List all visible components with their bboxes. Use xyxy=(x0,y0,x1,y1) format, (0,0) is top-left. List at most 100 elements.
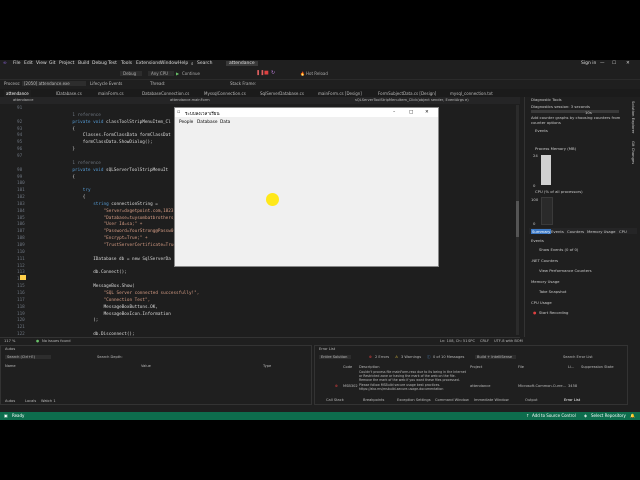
tab-counters[interactable]: Counters xyxy=(567,229,584,234)
tab-sqlserverdatabase[interactable]: SqlServerDatabase.cs xyxy=(258,90,306,97)
tab-mainform[interactable]: mainForm.cs xyxy=(96,90,126,97)
tab-mysql-connection[interactable]: mysql_connection.txt xyxy=(448,90,495,97)
minimize-icon[interactable]: — xyxy=(600,61,605,66)
autos-search-input[interactable]: Search (Ctrl+E) xyxy=(5,355,51,359)
tab-attendance[interactable]: attendance xyxy=(4,90,31,97)
menu-git[interactable]: Git xyxy=(49,61,56,66)
tab-databaseconnection[interactable]: DatabaseConnection.cs xyxy=(140,90,191,97)
tab-formsubjectdata-design[interactable]: FormSubjectData.cs [Design] xyxy=(376,90,438,97)
editor-scrollbar[interactable] xyxy=(516,105,519,335)
take-snapshot-button[interactable]: Take Snapshot xyxy=(539,289,566,294)
form-minimize-icon[interactable]: – xyxy=(393,110,395,115)
view-performance-counters[interactable]: View Performance Counters xyxy=(539,268,592,273)
cpu-header[interactable]: CPU (% of all processors) xyxy=(535,189,583,194)
menu-project[interactable]: Project xyxy=(59,61,74,66)
restart-icon[interactable]: ↻ xyxy=(271,70,275,76)
error-search-input[interactable]: Search Error List xyxy=(563,355,593,359)
zoom-level[interactable]: 117 % xyxy=(4,339,15,343)
tab-mainform-design[interactable]: mainForm.cs [Design] xyxy=(316,90,364,97)
build-intellisense-select[interactable]: Build + IntelliSense xyxy=(475,355,517,359)
add-to-source-control[interactable]: Add to Source Control xyxy=(532,413,576,418)
hot-reload-icon[interactable]: 🔥 xyxy=(300,71,305,76)
continue-button[interactable]: Continue xyxy=(182,71,200,76)
messages-filter[interactable]: 0 of 10 Messages xyxy=(433,355,464,359)
maximize-icon[interactable]: ☐ xyxy=(612,61,616,66)
project-dropdown[interactable]: attendance xyxy=(13,98,33,102)
menu-search[interactable]: Search xyxy=(197,61,212,66)
error-scope-select[interactable]: Entire Solution xyxy=(319,355,352,359)
menu-debug[interactable]: Debug xyxy=(92,61,107,66)
notification-bell-icon[interactable]: 🔔 xyxy=(630,413,635,418)
col-project[interactable]: Project xyxy=(470,365,482,369)
tab-locals[interactable]: Locals xyxy=(25,399,36,403)
sign-in-link[interactable]: Sign in xyxy=(581,61,596,66)
attendance-form-window[interactable]: ▫ ระบบลงเวลาเรียน – □ ✕ People Database … xyxy=(174,107,439,267)
process-select[interactable]: [2050] attendance.exe xyxy=(22,81,86,86)
tab-memory-usage[interactable]: Memory Usage xyxy=(587,229,615,234)
form-close-icon[interactable]: ✕ xyxy=(425,110,429,115)
class-dropdown[interactable]: attendance.mainForm xyxy=(170,98,210,102)
tab-immediate-window[interactable]: Immediate Window xyxy=(474,398,509,402)
select-repository[interactable]: Select Repository xyxy=(591,413,626,418)
tab-cpu[interactable]: CPU xyxy=(619,229,627,234)
play-icon[interactable]: ▶ xyxy=(176,71,179,76)
tab-events[interactable]: Events xyxy=(551,229,564,234)
autos-col-name[interactable]: Name xyxy=(5,364,16,368)
menu-tools[interactable]: Tools xyxy=(121,61,132,66)
platform-select[interactable]: Any CPU xyxy=(148,71,175,76)
tab-output[interactable]: Output xyxy=(525,398,537,402)
tab-mysqlconnection[interactable]: MyssqlConnection.cs xyxy=(202,90,248,97)
search-icon[interactable]: ⌕ xyxy=(191,61,194,67)
start-recording-button[interactable]: Start Recording xyxy=(539,310,568,315)
col-description[interactable]: Description xyxy=(359,365,379,369)
col-suppression[interactable]: Suppression State xyxy=(581,365,614,369)
tab-error-list[interactable]: Error List xyxy=(564,398,580,402)
menu-view[interactable]: View xyxy=(36,61,47,66)
form-maximize-icon[interactable]: □ xyxy=(409,110,413,115)
line-ending[interactable]: CRLF xyxy=(480,339,489,343)
repository-icon[interactable]: ◈ xyxy=(584,413,587,418)
form-menu-data[interactable]: Data xyxy=(220,120,230,125)
memory-header[interactable]: Process Memory (MB) xyxy=(535,146,576,151)
menu-edit[interactable]: Edit xyxy=(24,61,33,66)
hot-reload-button[interactable]: Hot Reload xyxy=(306,71,328,76)
form-title-bar[interactable]: ▫ ระบบลงเวลาเรียน – □ ✕ xyxy=(175,108,438,117)
menu-extensions[interactable]: Extensions xyxy=(136,61,160,66)
tab-summary[interactable]: Summary xyxy=(531,229,552,234)
errors-filter[interactable]: 2 Errors xyxy=(375,355,389,359)
tab-breakpoints[interactable]: Breakpoints xyxy=(363,398,384,402)
close-icon[interactable]: ✕ xyxy=(626,61,630,66)
events-header[interactable]: Events xyxy=(535,128,548,133)
col-file[interactable]: File xyxy=(518,365,524,369)
menu-help[interactable]: Help xyxy=(178,61,188,66)
menu-build[interactable]: Build xyxy=(78,61,89,66)
col-line[interactable]: Li... xyxy=(568,365,574,369)
menu-test[interactable]: Test xyxy=(108,61,117,66)
issues-indicator[interactable]: No issues found xyxy=(42,339,71,343)
menu-file[interactable]: File xyxy=(13,61,21,66)
tab-exception-settings[interactable]: Exception Settings xyxy=(397,398,431,402)
form-menu-database[interactable]: Database xyxy=(197,120,218,125)
autos-col-value[interactable]: Value xyxy=(141,364,151,368)
form-menu-people[interactable]: People xyxy=(179,120,193,125)
solution-explorer-tab[interactable]: Solution Explorer xyxy=(631,101,636,133)
col-code[interactable]: Code xyxy=(343,365,352,369)
lifecycle-events[interactable]: Lifecycle Events xyxy=(90,81,122,86)
method-dropdown[interactable]: sQLServerToolStripMenuItem_Click(object … xyxy=(355,98,469,102)
tab-watch1[interactable]: Watch 1 xyxy=(41,399,56,403)
tab-call-stack[interactable]: Call Stack xyxy=(326,398,344,402)
warnings-filter[interactable]: 3 Warnings xyxy=(401,355,421,359)
tab-autos[interactable]: Autos xyxy=(5,399,15,403)
show-events-link[interactable]: Show Events (0 of 0) xyxy=(539,247,578,252)
git-changes-tab[interactable]: Git Changes xyxy=(631,141,636,164)
file-encoding[interactable]: UTF-8 with BOM xyxy=(494,339,523,343)
tab-command-window[interactable]: Command Window xyxy=(435,398,469,402)
stop-icon[interactable]: ■ xyxy=(264,70,269,76)
source-control-arrow-icon[interactable]: ↑ xyxy=(526,413,529,418)
debug-config-select[interactable]: Debug xyxy=(120,71,143,76)
tab-idatabase[interactable]: IDatabase.cs xyxy=(54,90,84,97)
whitespace-mode[interactable]: SPC xyxy=(468,339,475,343)
menu-window[interactable]: Window xyxy=(160,61,178,66)
autos-col-type[interactable]: Type xyxy=(263,364,271,368)
timeline-ruler[interactable] xyxy=(531,110,619,113)
